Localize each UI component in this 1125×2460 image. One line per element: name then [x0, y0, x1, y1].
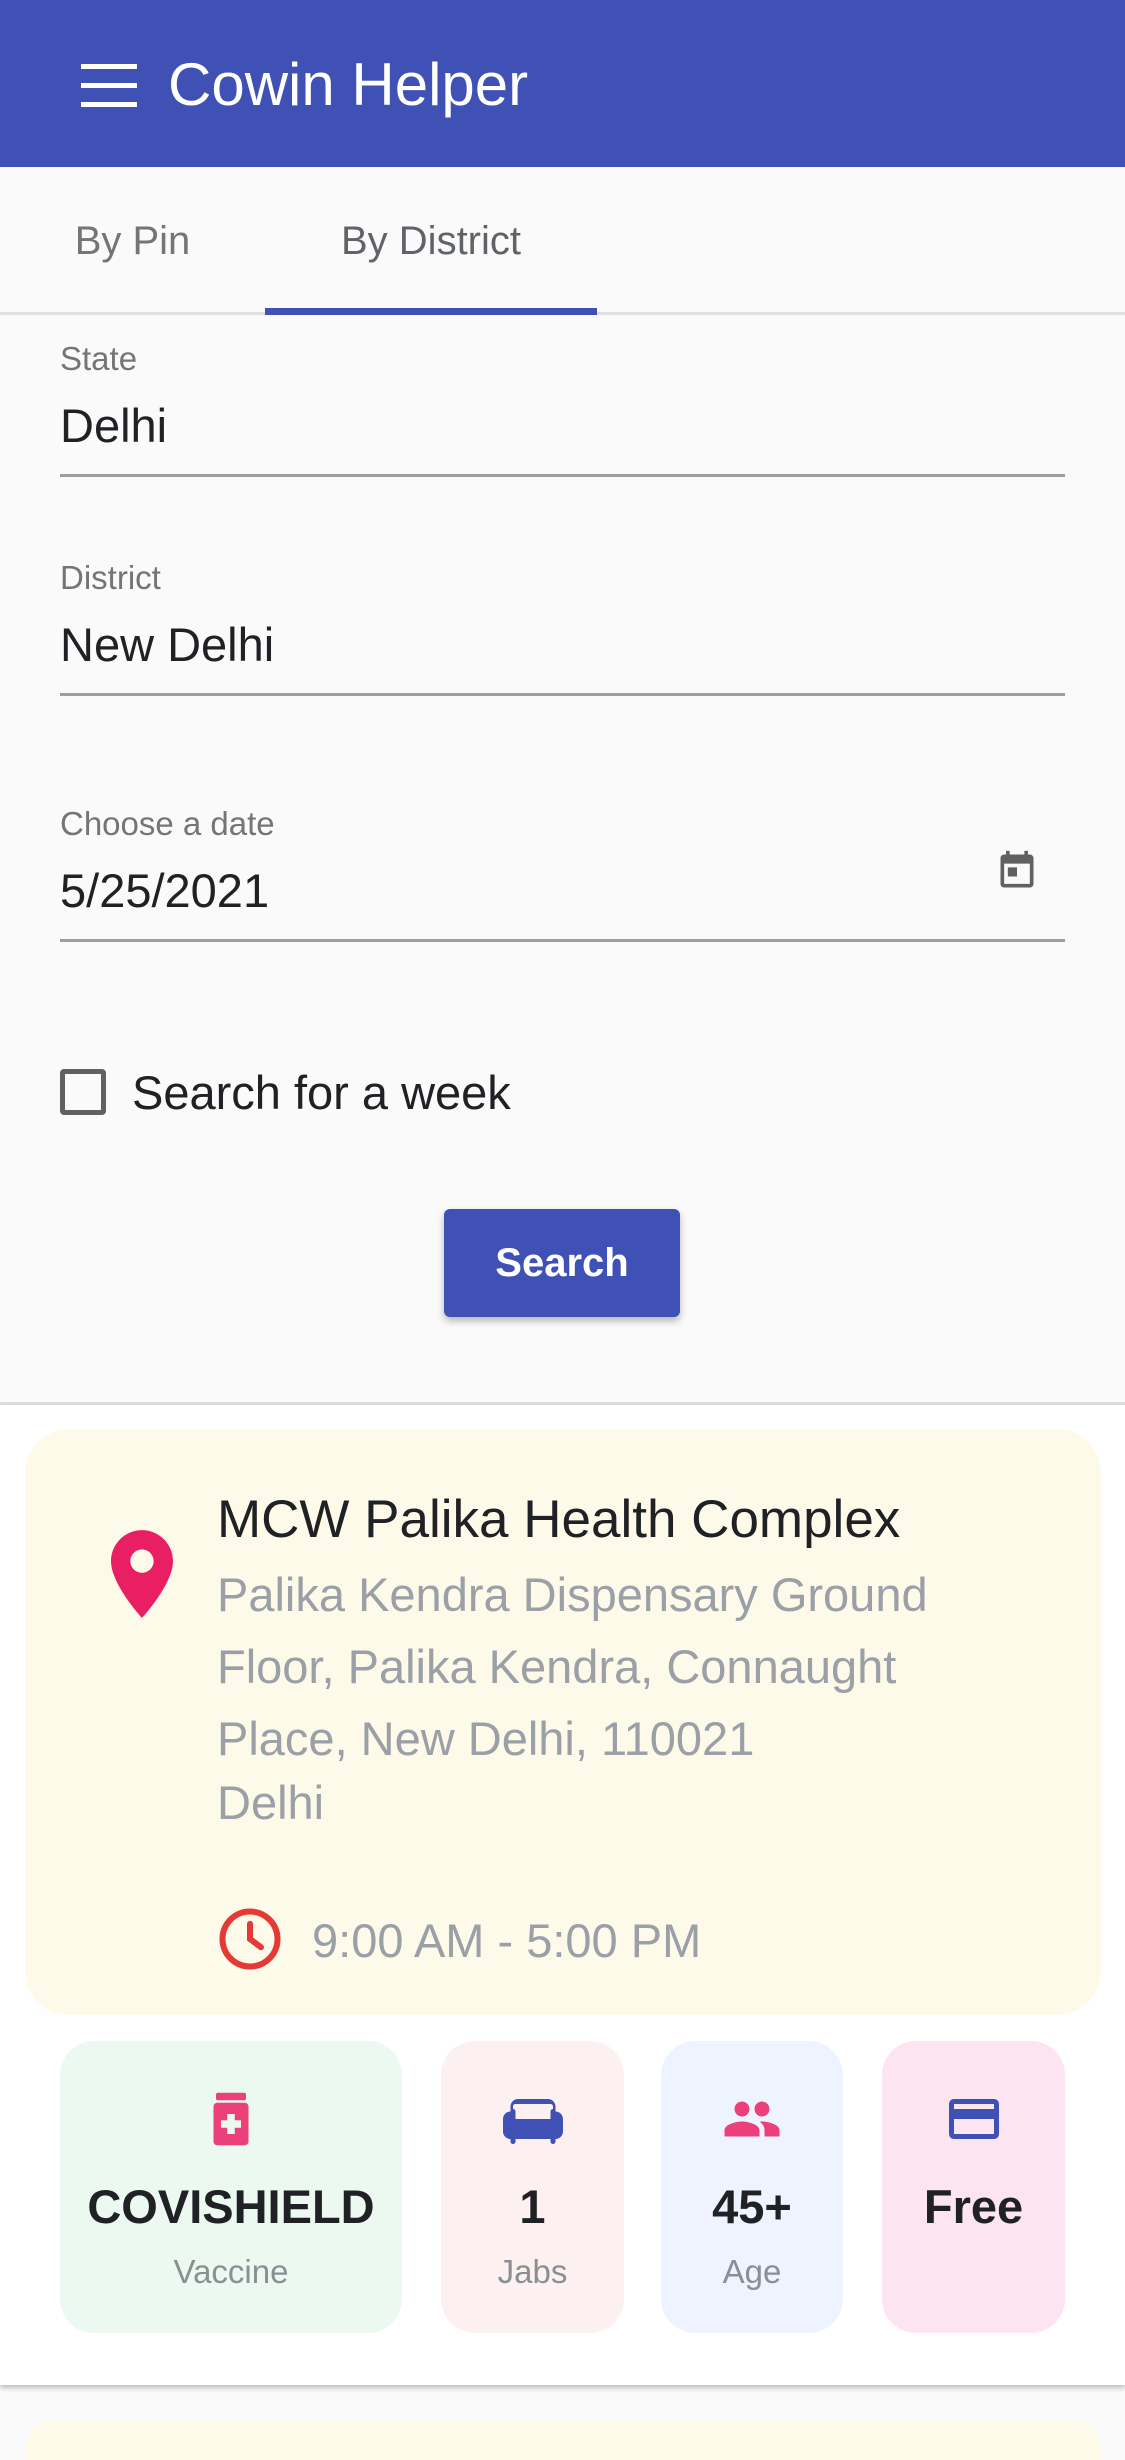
sofa-icon: [503, 2099, 563, 2144]
center-details: MCW Palika Health Complex Palika Kendra …: [25, 1429, 1101, 2015]
vaccine-caption: Vaccine: [173, 2253, 289, 2290]
district-label: District: [60, 559, 161, 596]
vaccine-tile: COVISHIELD Vaccine: [60, 2041, 402, 2333]
age-caption: Age: [722, 2253, 782, 2290]
credit-card-icon: [949, 2099, 999, 2139]
center-name: MCW Palika Health Complex: [217, 1490, 901, 1549]
jabs-count: 1: [519, 2180, 546, 2233]
location-pin-icon: [111, 1530, 173, 1618]
date-label: Choose a date: [60, 805, 275, 842]
district-value: New Delhi: [60, 618, 275, 671]
tab-by-pin[interactable]: By Pin: [0, 167, 265, 315]
district-select[interactable]: District New Delhi: [60, 549, 1065, 696]
search-mode-tabs: By Pin By District: [0, 167, 1125, 315]
active-tab-indicator: [265, 308, 597, 315]
fee-tile: Free: [882, 2041, 1065, 2333]
vaccine-name: COVISHIELD: [87, 2180, 375, 2233]
age-tile: 45+ Age: [661, 2041, 843, 2333]
clock-icon: [219, 1908, 281, 1970]
search-week-label: Search for a week: [132, 1065, 511, 1119]
center-address: Palika Kendra Dispensary Ground Floor, P…: [217, 1568, 928, 1765]
app-bar: Cowin Helper: [0, 0, 1125, 167]
fee-value: Free: [923, 2180, 1024, 2233]
menu-button[interactable]: [66, 50, 150, 122]
state-select[interactable]: State Delhi: [60, 330, 1065, 477]
date-field[interactable]: Choose a date 5/25/2021: [60, 795, 1065, 942]
people-icon: [724, 2101, 780, 2137]
state-label: State: [60, 340, 138, 377]
jabs-caption: Jabs: [497, 2253, 568, 2290]
age-limit: 45+: [712, 2180, 792, 2233]
state-value: Delhi: [60, 399, 168, 452]
search-button[interactable]: Search: [444, 1209, 680, 1317]
result-card: MCW Palika Health Complex Palika Kendra …: [0, 1405, 1125, 2385]
search-week-option[interactable]: Search for a week: [60, 1062, 511, 1122]
date-value: 5/25/2021: [60, 864, 270, 917]
calendar-icon[interactable]: [995, 847, 1039, 895]
medicine-bottle-icon: [213, 2092, 249, 2146]
search-week-checkbox[interactable]: [60, 1069, 106, 1115]
center-hours: 9:00 AM - 5:00 PM: [312, 1914, 702, 1967]
app-title: Cowin Helper: [168, 51, 529, 118]
jabs-tile: 1 Jabs: [441, 2041, 624, 2333]
next-result-card: [25, 2420, 1101, 2460]
center-state: Delhi: [217, 1776, 325, 1829]
tab-by-district[interactable]: By District: [265, 167, 597, 315]
